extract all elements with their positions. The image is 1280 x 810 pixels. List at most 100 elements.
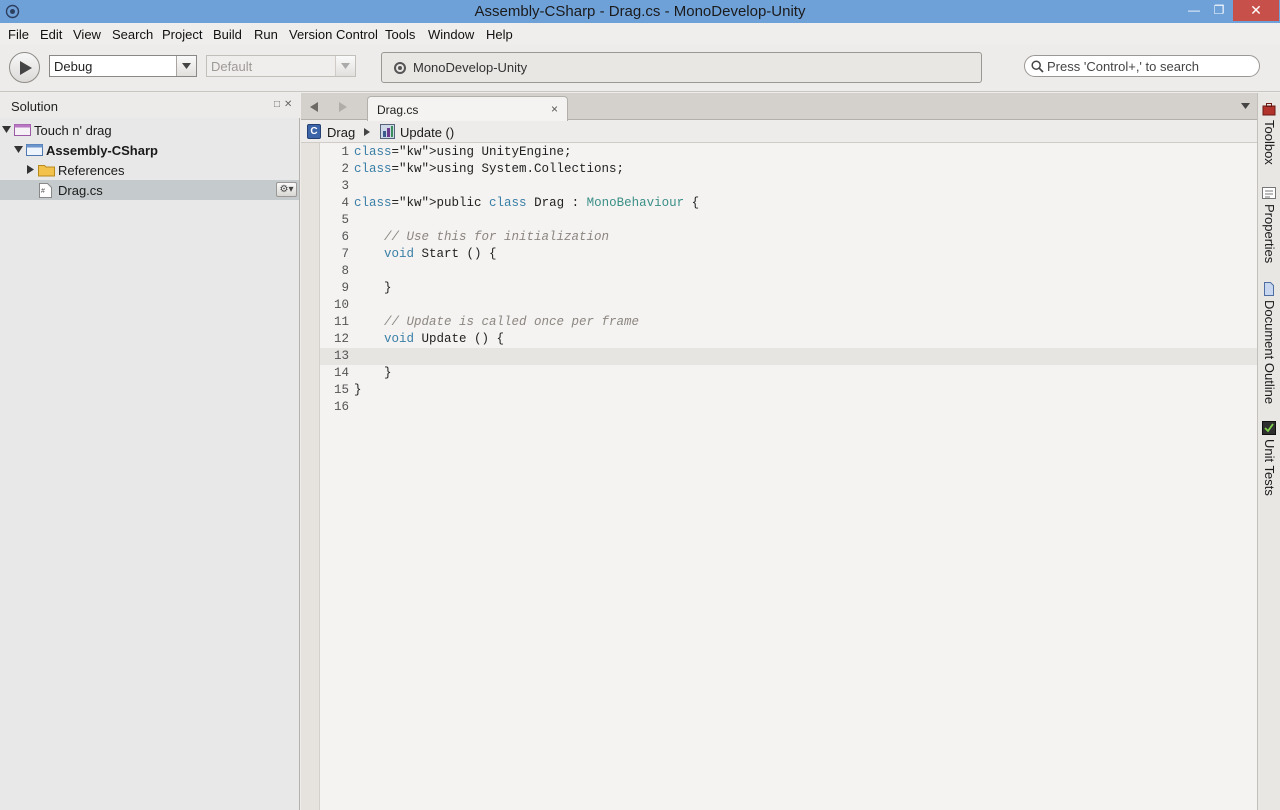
back-arrow-icon[interactable] — [310, 102, 318, 112]
line-number: 15 — [333, 383, 349, 397]
code-text[interactable]: // Use this for initialization — [354, 229, 609, 246]
status-text: MonoDevelop-Unity — [413, 60, 528, 75]
code-line[interactable]: 8 — [320, 263, 1257, 280]
class-icon: C — [307, 124, 321, 139]
code-line[interactable]: 9 } — [320, 280, 1257, 297]
run-button[interactable] — [9, 52, 40, 83]
code-text[interactable]: void Start () { — [354, 246, 497, 263]
platform-combo: Default — [206, 55, 356, 77]
menu-tools[interactable]: Tools — [385, 27, 415, 42]
code-text[interactable]: } — [354, 280, 392, 297]
menu-view[interactable]: View — [73, 27, 101, 42]
gear-icon[interactable]: ⚙▾ — [276, 182, 297, 197]
close-pad-icon[interactable]: ✕ — [284, 99, 292, 110]
maximize-button[interactable]: ❐ — [1205, 0, 1233, 21]
dock-label: Properties — [1262, 204, 1277, 264]
play-icon — [20, 61, 32, 75]
chevron-down-icon[interactable] — [176, 56, 196, 76]
dock-label: Document Outline — [1262, 300, 1277, 405]
line-number: 2 — [341, 162, 349, 176]
platform-value: Default — [211, 59, 253, 74]
menu-project[interactable]: Project — [162, 27, 202, 42]
code-line[interactable]: 11 // Update is called once per frame — [320, 314, 1257, 331]
code-text[interactable]: } — [354, 382, 362, 399]
code-line[interactable]: 15} — [320, 382, 1257, 399]
code-line[interactable]: 3 — [320, 178, 1257, 195]
line-number: 1 — [341, 145, 349, 159]
line-number: 5 — [341, 213, 349, 227]
editor-gutter[interactable] — [301, 143, 320, 810]
menu-file[interactable]: File — [8, 27, 29, 42]
code-line[interactable]: 13 — [320, 348, 1257, 365]
tree-item-project[interactable]: Assembly-CSharp — [0, 140, 299, 160]
main-toolbar: Debug Default MonoDevelop-Unity — [0, 45, 1280, 92]
title-bar: Assembly-CSharp - Drag.cs - MonoDevelop-… — [0, 0, 1280, 23]
code-line[interactable]: 1 class="kw">using UnityEngine; — [320, 144, 1257, 161]
editor-tab-bar: Drag.cs × — [301, 93, 1257, 121]
code-line[interactable]: 2 class="kw">using System.Collections; — [320, 161, 1257, 178]
menu-help[interactable]: Help — [486, 27, 513, 42]
menu-version-control[interactable]: Version Control — [289, 27, 378, 42]
chevron-down-icon — [335, 56, 355, 76]
expanded-arrow-icon[interactable] — [2, 125, 11, 134]
folder-icon — [38, 165, 55, 177]
menu-edit[interactable]: Edit — [40, 27, 62, 42]
code-text[interactable]: void Update () { — [354, 331, 504, 348]
code-text[interactable]: } — [354, 365, 392, 382]
line-number: 6 — [341, 230, 349, 244]
tree-item-label: Drag.cs — [58, 183, 103, 198]
code-line[interactable]: 6 // Use this for initialization — [320, 229, 1257, 246]
monodevelop-status-icon — [394, 62, 406, 74]
code-line[interactable]: 10 — [320, 297, 1257, 314]
line-number: 8 — [341, 264, 349, 278]
code-editor[interactable]: 1 class="kw">using UnityEngine; 2 class="kw… — [301, 143, 1257, 810]
search-icon — [1031, 60, 1044, 73]
code-text[interactable]: class="kw">using UnityEngine; — [354, 144, 572, 161]
tab-drag-cs[interactable]: Drag.cs × — [367, 96, 568, 121]
breadcrumb-class[interactable]: Drag — [327, 125, 355, 140]
solution-pad: Solution □ ✕ Touch n' drag Assembly-CSha… — [0, 93, 300, 810]
menu-build[interactable]: Build — [213, 27, 242, 42]
tab-list-dropdown-icon[interactable] — [1241, 103, 1250, 109]
code-line[interactable]: 4 class="kw">public class Drag : MonoBeha… — [320, 195, 1257, 212]
search-input[interactable] — [1047, 58, 1252, 74]
line-number: 13 — [333, 349, 349, 363]
line-number: 3 — [341, 179, 349, 193]
minimize-button[interactable]: — — [1180, 0, 1208, 21]
close-window-button[interactable]: ✕ — [1233, 0, 1279, 21]
method-icon — [380, 124, 395, 139]
code-line[interactable]: 7 void Start () { — [320, 246, 1257, 263]
tree-item-label: Assembly-CSharp — [46, 143, 158, 158]
code-text[interactable]: // Update is called once per frame — [354, 314, 639, 331]
breadcrumb-separator-icon — [364, 128, 370, 136]
code-text[interactable]: class="kw">using System.Collections; — [354, 161, 624, 178]
breadcrumb-method[interactable]: Update () — [400, 125, 454, 140]
solution-pad-header: Solution □ ✕ — [0, 93, 300, 118]
configuration-value: Debug — [54, 59, 93, 74]
svg-text:#: # — [41, 188, 45, 195]
expanded-arrow-icon[interactable] — [14, 145, 23, 154]
collapsed-arrow-icon[interactable] — [26, 165, 35, 174]
search-field[interactable] — [1024, 55, 1260, 77]
dock-label: Toolbox — [1262, 120, 1277, 165]
configuration-combo[interactable]: Debug — [49, 55, 197, 77]
menu-search[interactable]: Search — [112, 27, 153, 42]
close-tab-icon[interactable]: × — [551, 102, 558, 116]
code-line[interactable]: 12 void Update () { — [320, 331, 1257, 348]
menu-window[interactable]: Window — [428, 27, 474, 42]
right-dock-bar: Toolbox Properties Document Outline Unit… — [1257, 93, 1280, 810]
tree-item-solution[interactable]: Touch n' drag — [0, 120, 299, 140]
code-text[interactable]: class="kw">public class Drag : MonoBehav… — [354, 195, 699, 212]
code-line[interactable]: 5 — [320, 212, 1257, 229]
tree-item-drag-cs[interactable]: # Drag.cs ⚙▾ — [0, 180, 299, 200]
forward-arrow-icon[interactable] — [339, 102, 347, 112]
tree-item-references[interactable]: References — [0, 160, 299, 180]
tree-item-label: References — [58, 163, 125, 178]
breadcrumb: C Drag Update () — [301, 121, 1257, 143]
dock-icon[interactable]: □ — [274, 99, 280, 110]
code-line[interactable]: 14 } — [320, 365, 1257, 382]
menu-run[interactable]: Run — [254, 27, 278, 42]
code-line[interactable]: 16 — [320, 399, 1257, 416]
tree-item-label: Touch n' drag — [34, 123, 112, 138]
tab-label: Drag.cs — [377, 103, 419, 117]
